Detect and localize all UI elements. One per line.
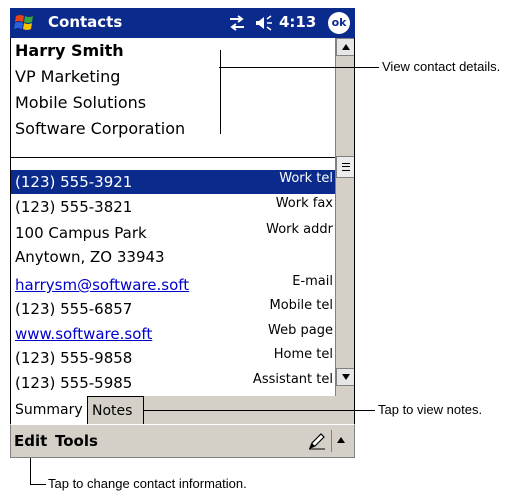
pen-icon[interactable] bbox=[307, 431, 327, 451]
contact-name: Harry Smith bbox=[15, 41, 124, 60]
row-label: Work addr bbox=[266, 222, 333, 237]
row-value: 100 Campus Park bbox=[15, 224, 147, 242]
scroll-up-button[interactable] bbox=[336, 38, 354, 56]
detail-row-work-fax[interactable]: (123) 555-3821 Work fax bbox=[11, 195, 335, 219]
ok-button[interactable]: ok bbox=[328, 12, 350, 34]
clock[interactable]: 4:13 bbox=[279, 13, 316, 31]
header-divider bbox=[11, 157, 335, 158]
row-value: (123) 555-9858 bbox=[15, 349, 133, 367]
callout-view-details: View contact details. bbox=[382, 59, 501, 74]
row-label: E-mail bbox=[292, 274, 333, 289]
web-page-link[interactable]: www.software.soft bbox=[15, 325, 152, 343]
tab-summary[interactable]: Summary bbox=[11, 396, 88, 424]
connectivity-icon[interactable] bbox=[228, 15, 246, 31]
detail-row-work-addr[interactable]: 100 Campus Park Work addr bbox=[11, 221, 335, 245]
contact-header[interactable]: Harry Smith VP Marketing Mobile Solution… bbox=[11, 38, 335, 156]
row-label: Home tel bbox=[273, 347, 333, 362]
scroll-thumb[interactable] bbox=[336, 156, 354, 178]
callout-change-info: Tap to change contact information. bbox=[48, 476, 247, 491]
callout-line-change bbox=[30, 458, 31, 485]
detail-row-email[interactable]: harrysm@software.soft E-mail bbox=[11, 273, 335, 297]
contact-title: VP Marketing bbox=[15, 67, 121, 86]
tab-notes[interactable]: Notes bbox=[88, 396, 144, 424]
detail-row-assistant-tel[interactable]: (123) 555-5985 Assistant tel bbox=[11, 371, 335, 395]
row-value: (123) 555-6857 bbox=[15, 300, 133, 318]
menu-tools[interactable]: Tools bbox=[55, 432, 98, 450]
app-title: Contacts bbox=[48, 13, 123, 31]
row-label: Web page bbox=[268, 323, 333, 338]
text-caret bbox=[220, 50, 221, 134]
menu-separator bbox=[331, 430, 332, 452]
grip-icon bbox=[342, 163, 350, 171]
callout-view-notes: Tap to view notes. bbox=[378, 402, 483, 417]
arrow-down-icon bbox=[342, 374, 350, 380]
callout-line-details bbox=[219, 67, 379, 68]
contact-company: Software Corporation bbox=[15, 119, 186, 138]
menu-bar: Edit Tools bbox=[10, 424, 355, 458]
row-value: (123) 555-5985 bbox=[15, 374, 133, 392]
title-bar: Contacts 4:13 ok bbox=[10, 8, 355, 38]
row-label: Mobile tel bbox=[269, 298, 333, 313]
menu-edit[interactable]: Edit bbox=[14, 432, 47, 450]
speaker-icon[interactable] bbox=[254, 15, 274, 31]
row-label: Work tel bbox=[279, 171, 333, 186]
detail-row-mobile-tel[interactable]: (123) 555-6857 Mobile tel bbox=[11, 297, 335, 321]
row-value: Anytown, ZO 33943 bbox=[15, 248, 165, 266]
detail-row-home-tel[interactable]: (123) 555-9858 Home tel bbox=[11, 346, 335, 370]
contact-summary-view: Harry Smith VP Marketing Mobile Solution… bbox=[10, 38, 355, 396]
row-label: Assistant tel bbox=[252, 372, 333, 387]
callout-line-change-horizontal bbox=[30, 484, 46, 485]
detail-row-work-tel[interactable]: (123) 555-3921 Work tel bbox=[11, 170, 335, 194]
email-link[interactable]: harrysm@software.soft bbox=[15, 276, 189, 294]
arrow-up-icon bbox=[342, 44, 350, 50]
windows-flag-icon[interactable] bbox=[13, 11, 39, 35]
input-panel-arrow-icon[interactable] bbox=[337, 437, 345, 443]
vertical-scrollbar[interactable] bbox=[335, 38, 354, 396]
contact-department: Mobile Solutions bbox=[15, 93, 147, 112]
row-label: Work fax bbox=[275, 196, 333, 211]
row-value: (123) 555-3921 bbox=[15, 173, 133, 191]
detail-row-web-page[interactable]: www.software.soft Web page bbox=[11, 322, 335, 346]
row-value: (123) 555-3821 bbox=[15, 198, 133, 216]
callout-line-notes bbox=[143, 410, 375, 411]
scroll-down-button[interactable] bbox=[336, 368, 354, 386]
detail-row-work-addr-line2[interactable]: Anytown, ZO 33943 bbox=[11, 245, 335, 269]
